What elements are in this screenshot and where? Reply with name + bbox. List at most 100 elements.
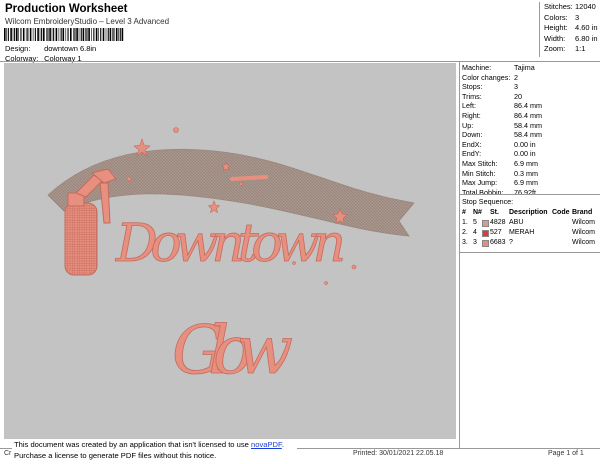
row-stitches: 527 — [490, 229, 502, 236]
machine-info-row: Max Jump: 6.9 mm — [462, 178, 598, 188]
row-needle: 4 — [473, 229, 477, 236]
machine-info-value: 0.3 mm — [514, 168, 538, 178]
stats-value: 3 — [575, 12, 580, 22]
footer-left: Cr — [4, 450, 12, 457]
machine-info-value: 6.9 mm — [514, 158, 538, 168]
machine-info-label: Stops: — [462, 82, 483, 92]
letter-t-crossbar — [230, 175, 268, 181]
stop-sequence-table: # N# St. Description Code Brand 1. 5 4828 A… — [462, 208, 598, 248]
panel-divider — [459, 61, 460, 448]
machine-info-value: 86.4 mm — [514, 110, 542, 120]
row-brand: Wilcom — [572, 239, 595, 246]
machine-info-row: EndX: 0.00 in — [462, 140, 598, 150]
stats-value: 4.60 in — [575, 23, 598, 32]
stats-row: Zoom: 1:1 — [540, 44, 598, 55]
machine-info-row: Color changes: 2 — [462, 73, 598, 83]
machine-info-value: Tajima — [514, 63, 535, 72]
stats-row: Colors: 3 — [540, 13, 598, 24]
novapdf-link[interactable]: novaPDF — [251, 440, 282, 449]
machine-info-value: 2 — [514, 72, 518, 82]
design-text-line2: Glow — [172, 312, 293, 389]
row-brand: Wilcom — [572, 229, 595, 236]
design-preview: Downtown Glow — [4, 63, 456, 439]
stats-row: Width: 6.80 in — [540, 34, 598, 45]
row-description: MERAH — [509, 229, 535, 236]
row-description: ? — [509, 239, 513, 246]
notice-line2: Purchase a license to generate PDF files… — [14, 450, 217, 460]
stats-value: 12040 — [575, 2, 596, 11]
design-text-line1: Downtown — [115, 214, 344, 274]
machine-info-value: 0.00 in — [514, 139, 536, 149]
machine-info-label: EndY: — [462, 149, 482, 159]
stats-value: 6.80 in — [575, 33, 598, 43]
software-subtitle: Wilcom EmbroideryStudio – Level 3 Advanc… — [5, 17, 170, 26]
machine-info-label: Total Bobbin: — [462, 187, 504, 197]
row-num: 2. — [462, 229, 468, 236]
row-brand: Wilcom — [572, 219, 595, 226]
machine-info-value: 58.4 mm — [514, 120, 542, 130]
stop-sequence-title: Stop Sequence: — [462, 197, 514, 206]
machine-info-row: Machine: Tajima — [462, 63, 598, 73]
machine-info-label: Up: — [462, 120, 474, 130]
thread-swatch — [482, 219, 489, 227]
stats-label: Stitches: — [544, 2, 573, 11]
col-code: Code — [552, 209, 570, 216]
stats-box: Stitches: 12040 Colors: 3 Height: 4.60 in W… — [540, 2, 598, 55]
design-label: Design: — [5, 44, 31, 53]
machine-info-label: Right: — [462, 110, 481, 120]
machine-info-value: 58.4 mm — [514, 130, 542, 140]
machine-info-row: Stops: 3 — [462, 82, 598, 92]
printed-date: Printed: 30/01/2021 22.05.18 — [353, 450, 444, 457]
machine-info-value: 0.00 in — [514, 149, 536, 159]
row-stitches: 6683 — [490, 239, 506, 246]
machine-info-row: EndY: 0.00 in — [462, 149, 598, 159]
machine-info-row: Left: 86.4 mm — [462, 101, 598, 111]
machine-info-value: 3 — [514, 82, 518, 92]
machine-info-row: Max Stitch: 6.9 mm — [462, 159, 598, 169]
table-header: # N# St. Description Code Brand — [462, 208, 598, 218]
notice-line1: This document was created by an applicat… — [14, 440, 251, 449]
machine-info-value: 20 — [514, 91, 522, 101]
machine-info-label: Min Stitch: — [462, 168, 496, 178]
row-needle: 3 — [473, 239, 477, 246]
table-row: 3. 3 6683? Wilcom — [462, 238, 598, 248]
page-number: Page 1 of 1 — [548, 450, 584, 457]
thread-swatch — [482, 239, 489, 247]
row-num: 1. — [462, 219, 468, 226]
machine-info-row: Trims: 20 — [462, 92, 598, 102]
col-needle: N# — [473, 209, 482, 216]
machine-info-row: Up: 58.4 mm — [462, 121, 598, 131]
worksheet-title: Production Worksheet — [5, 3, 128, 15]
machine-info-label: Left: — [462, 101, 476, 111]
row-description: ABU — [509, 219, 524, 226]
row-num: 3. — [462, 239, 468, 246]
row-stitches: 4828 — [490, 219, 506, 226]
stats-label: Height: — [544, 23, 568, 32]
stats-row: Stitches: 12040 — [540, 2, 598, 13]
notice-line1-end: . — [281, 440, 284, 449]
stats-label: Zoom: — [544, 44, 566, 53]
thread-swatch — [482, 229, 489, 237]
embroidery-preview: Downtown Glow — [47, 127, 415, 389]
machine-info-row: Right: 86.4 mm — [462, 111, 598, 121]
header-divider — [0, 61, 600, 62]
machine-info-label: Machine: — [462, 63, 492, 72]
machine-info-row: Total Bobbin: 76.92ft — [462, 188, 598, 198]
col-stitches: St. — [490, 209, 499, 216]
col-num: # — [462, 209, 466, 216]
table-row: 2. 4 527 MERAH Wilcom — [462, 228, 598, 238]
col-description: Description — [509, 209, 548, 216]
machine-info-label: Down: — [462, 130, 483, 140]
license-notice: This document was created by an applicat… — [12, 440, 297, 462]
table-row: 1. 5 4828 ABU Wilcom — [462, 218, 598, 228]
design-value: downtown 6.8in — [44, 44, 97, 53]
design-row: Design: downtown 6.8in — [5, 44, 96, 53]
stats-label: Width: — [544, 33, 566, 43]
stats-label: Colors: — [544, 12, 568, 22]
col-brand: Brand — [572, 209, 593, 216]
machine-info-label: Max Stitch: — [462, 158, 498, 168]
machine-info-value: 76.92ft — [514, 187, 536, 197]
info-divider — [460, 194, 600, 195]
machine-info-value: 6.9 mm — [514, 178, 538, 188]
table-divider — [460, 252, 600, 253]
